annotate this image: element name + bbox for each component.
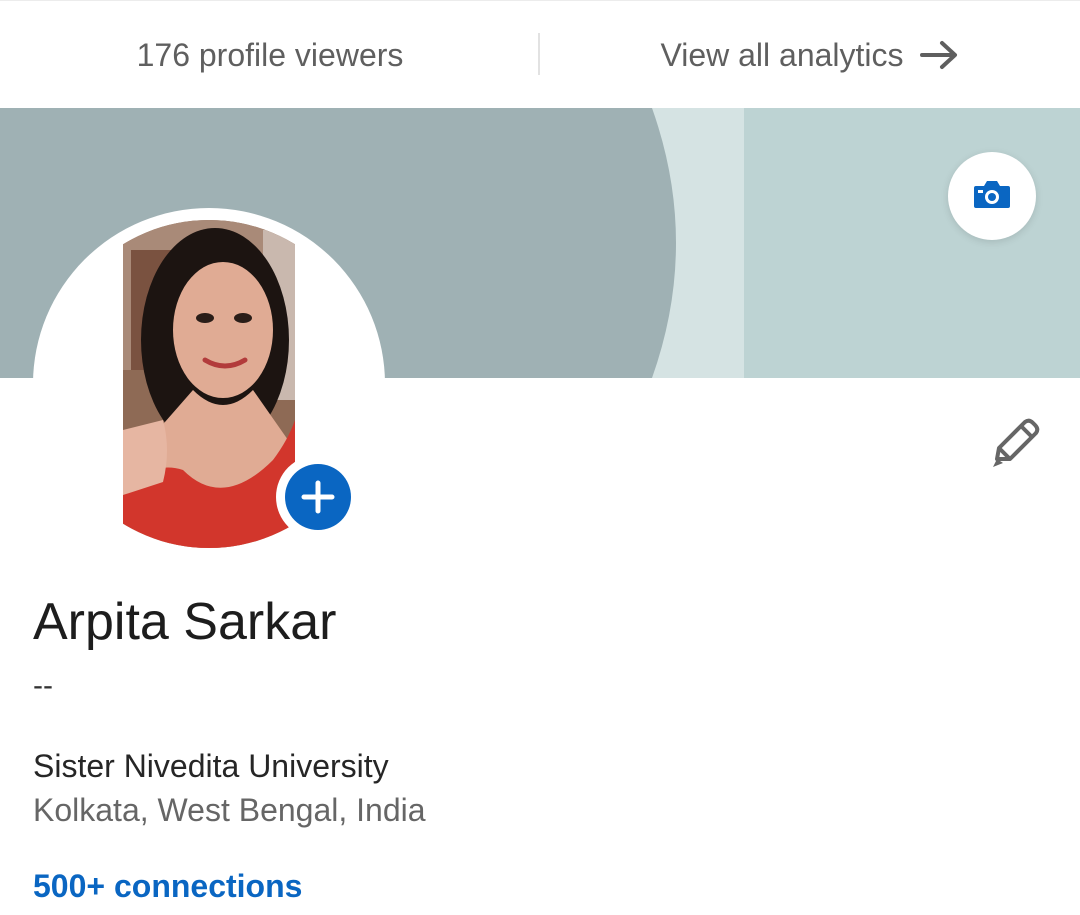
edit-cover-photo-button[interactable]	[948, 152, 1036, 240]
profile-viewers-label: 176 profile viewers	[136, 36, 404, 73]
profile-headline: --	[33, 669, 53, 702]
plus-icon	[285, 464, 351, 530]
view-analytics-link[interactable]: View all analytics	[540, 1, 1080, 109]
profile-education[interactable]: Sister Nivedita University	[33, 746, 389, 786]
view-analytics-label: View all analytics	[660, 36, 904, 73]
add-photo-button[interactable]	[276, 455, 360, 539]
connections-link[interactable]: 500+ connections	[33, 866, 302, 906]
profile-name: Arpita Sarkar	[33, 593, 337, 651]
pencil-icon	[985, 415, 1043, 478]
profile-viewers-link[interactable]: 176 profile viewers	[0, 1, 540, 109]
profile-location: Kolkata, West Bengal, India	[33, 792, 426, 828]
camera-icon	[972, 178, 1012, 215]
profile-stats-bar: 176 profile viewers View all analytics	[0, 0, 1080, 108]
profile-photo	[123, 220, 295, 548]
edit-profile-button[interactable]	[978, 410, 1050, 482]
arrow-right-icon	[919, 40, 960, 70]
